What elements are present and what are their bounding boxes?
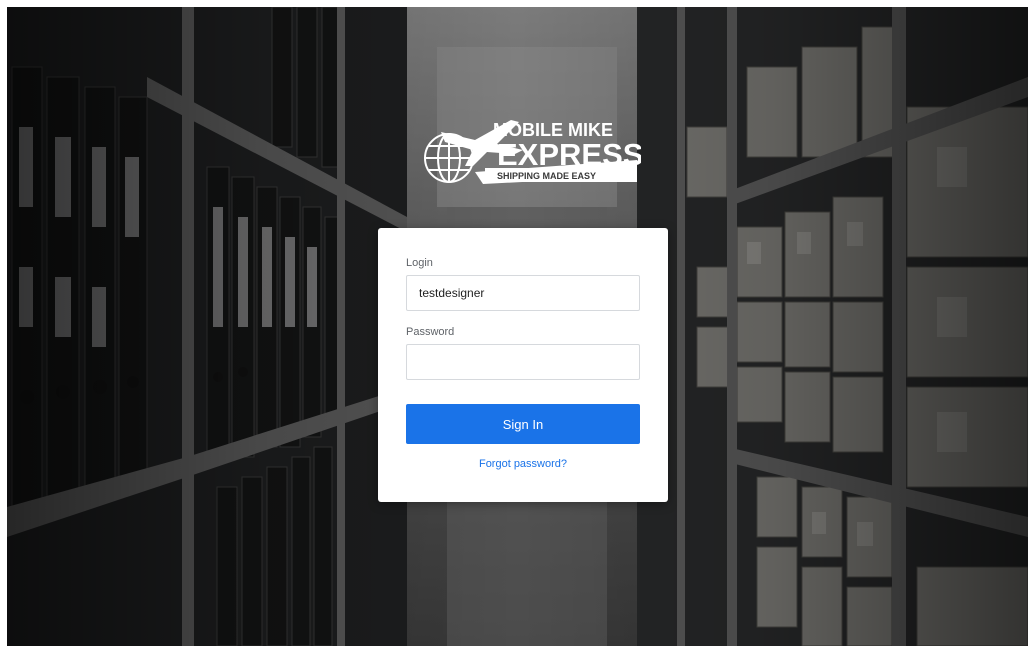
mobile-mike-express-logo: MOBILE MIKE EXPRESS SHIPPING MADE EASY — [424, 120, 641, 184]
login-card: Login Password Sign In Forgot password? — [378, 228, 668, 502]
password-input[interactable] — [406, 344, 640, 380]
brand-name-line2: EXPRESS — [497, 137, 641, 172]
forgot-password-link[interactable]: Forgot password? — [378, 458, 668, 470]
login-page: MOBILE MIKE EXPRESS SHIPPING MADE EASY L… — [7, 7, 1028, 646]
sign-in-button[interactable]: Sign In — [406, 404, 640, 444]
password-label: Password — [406, 326, 455, 338]
brand-tagline: SHIPPING MADE EASY — [497, 171, 596, 181]
login-input[interactable] — [406, 275, 640, 311]
login-label: Login — [406, 257, 433, 269]
